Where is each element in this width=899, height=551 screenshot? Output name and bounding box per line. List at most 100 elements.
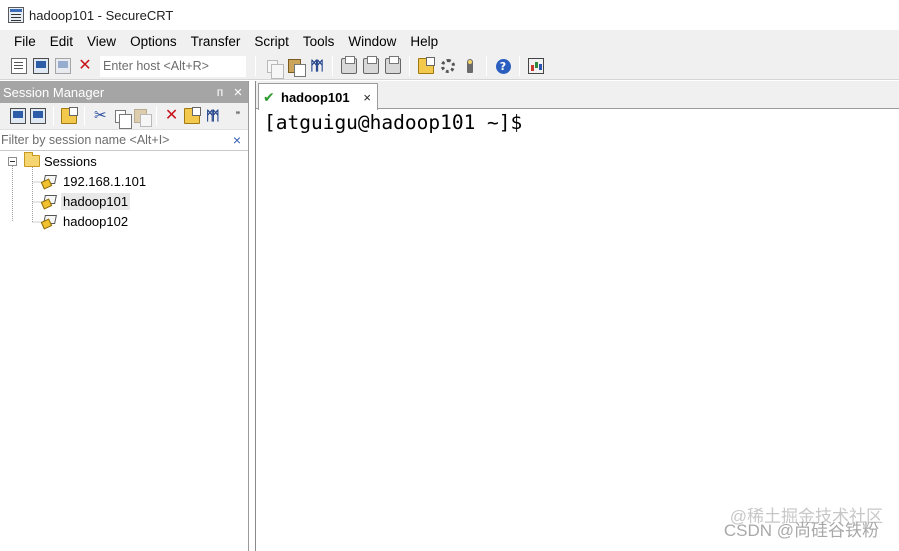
keymap-icon <box>467 59 473 73</box>
toolbar-separator <box>255 56 256 76</box>
folder-icon <box>24 152 40 167</box>
watermark-csdn: CSDN @尚硅谷铁粉 <box>723 521 879 540</box>
print-screen-button[interactable] <box>384 56 402 75</box>
menu-edit[interactable]: Edit <box>43 34 80 49</box>
toolbar-separator <box>84 106 86 126</box>
tree-session-192-168-1-101[interactable]: 192.168.1.101 <box>0 172 248 192</box>
keymap-button[interactable] <box>461 57 479 75</box>
quick-connect-button[interactable] <box>32 57 50 75</box>
sm-find-button[interactable]: ᛗᛗ <box>204 107 220 125</box>
menu-help[interactable]: Help <box>403 34 445 49</box>
tab-close-icon[interactable]: × <box>363 90 371 105</box>
quick-connect-icon <box>33 58 49 74</box>
connect-in-tab-button[interactable] <box>54 57 72 75</box>
sm-cut-button[interactable]: ✂ <box>92 107 108 125</box>
sm-connect-button[interactable] <box>10 107 27 125</box>
toolbar-separator <box>155 106 157 126</box>
copy-icon <box>114 109 132 129</box>
session-icon <box>40 195 57 210</box>
menu-view[interactable]: View <box>80 34 123 49</box>
sftp-icon <box>528 58 544 74</box>
connect-in-tab-icon <box>55 58 71 74</box>
sm-paste-button[interactable] <box>132 107 153 127</box>
disconnect-icon: ✕ <box>78 57 92 74</box>
connect-in-tab-icon <box>30 108 47 124</box>
tree-session-hadoop102[interactable]: hadoop102 <box>0 212 248 232</box>
toolbar-separator <box>409 56 410 76</box>
menu-file[interactable]: File <box>7 34 43 49</box>
find-button[interactable]: ᛗᛗ <box>307 57 325 75</box>
title-bar: hadoop101 - SecureCRT <box>0 0 899 30</box>
new-session-icon <box>61 107 79 124</box>
close-panel-icon[interactable]: × <box>230 84 246 101</box>
paste-button[interactable] <box>285 57 306 77</box>
toolbar-separator <box>332 56 333 76</box>
sm-properties-button[interactable] <box>183 107 201 125</box>
disconnect-button[interactable]: ✕ <box>76 57 94 75</box>
pin-icon[interactable]: ᴨ <box>212 85 228 99</box>
print-icon <box>341 56 357 74</box>
session-label: 192.168.1.101 <box>63 174 147 189</box>
tab-strip: ✔ hadoop101 × <box>256 81 899 110</box>
session-tree: Sessions 192.168.1.101 hadoop101 hadoop1… <box>0 151 248 232</box>
connect-icon <box>11 58 27 74</box>
menu-script[interactable]: Script <box>247 34 296 49</box>
session-label: hadoop102 <box>63 214 129 229</box>
folder-label: Sessions <box>44 154 97 169</box>
session-label: hadoop101 <box>61 193 131 210</box>
tab-label: hadoop101 <box>281 89 350 105</box>
copy-button[interactable] <box>263 57 284 79</box>
print-screen-icon <box>385 56 401 74</box>
menu-transfer[interactable]: Transfer <box>184 34 248 49</box>
find-icon: ᛗᛗ <box>205 108 220 123</box>
session-options-button[interactable] <box>417 57 435 75</box>
sm-new-session-button[interactable] <box>61 107 79 125</box>
toolbar-separator <box>519 56 520 76</box>
session-filter-input[interactable] <box>0 130 229 150</box>
sm-connect-tab-button[interactable] <box>30 107 47 125</box>
tab-hadoop101[interactable]: ✔ hadoop101 × <box>258 83 378 110</box>
session-options-icon <box>418 57 435 74</box>
print-button[interactable] <box>340 56 358 75</box>
connect-button[interactable] <box>10 57 28 75</box>
session-filter-bar: × <box>0 130 248 151</box>
session-manager-panel: Session Manager ᴨ × ✂ ✕ ᛗᛗ ” × <box>0 81 249 551</box>
window-title: hadoop101 - SecureCRT <box>29 7 174 23</box>
terminal-screen[interactable]: [atguigu@hadoop101 ~]$ <box>256 110 899 551</box>
help-button[interactable]: ? <box>494 57 512 75</box>
print-selection-button[interactable] <box>362 56 380 75</box>
paste-icon <box>134 109 153 127</box>
sm-copy-button[interactable] <box>112 107 132 129</box>
properties-icon <box>183 107 201 124</box>
sm-delete-button[interactable]: ✕ <box>164 107 180 125</box>
sm-more-button[interactable]: ” <box>230 107 246 125</box>
session-manager-toolbar: ✂ ✕ ᛗᛗ ” <box>0 103 248 130</box>
sftp-button[interactable] <box>527 57 545 75</box>
global-options-button[interactable] <box>439 57 457 75</box>
print-selection-icon <box>363 56 379 74</box>
securecrt-window: hadoop101 - SecureCRT File Edit View Opt… <box>0 0 899 551</box>
cut-icon: ✂ <box>94 107 107 124</box>
tree-session-hadoop101[interactable]: hadoop101 <box>0 192 248 212</box>
filter-clear-icon[interactable]: × <box>229 132 245 148</box>
securecrt-app-icon[interactable] <box>8 7 24 23</box>
connect-icon <box>10 108 27 124</box>
toolbar-separator <box>486 56 487 76</box>
tree-folder-sessions[interactable]: Sessions <box>0 152 248 172</box>
menu-options[interactable]: Options <box>123 34 184 49</box>
session-icon <box>40 215 57 230</box>
paste-icon <box>287 59 306 77</box>
global-options-icon <box>441 59 455 73</box>
collapse-toggle-icon[interactable] <box>8 157 17 166</box>
enter-host-input[interactable] <box>100 55 246 77</box>
delete-icon: ✕ <box>164 107 179 124</box>
main-toolbar: ✕ ᛗᛗ ? <box>0 53 899 80</box>
toolbar-separator <box>53 106 55 126</box>
copy-icon <box>266 59 284 79</box>
session-icon <box>40 175 57 190</box>
connected-check-icon: ✔ <box>263 89 275 105</box>
menu-window[interactable]: Window <box>341 34 403 49</box>
help-icon: ? <box>495 58 511 74</box>
menu-tools[interactable]: Tools <box>296 34 342 49</box>
terminal-line: [atguigu@hadoop101 ~]$ <box>264 111 523 134</box>
